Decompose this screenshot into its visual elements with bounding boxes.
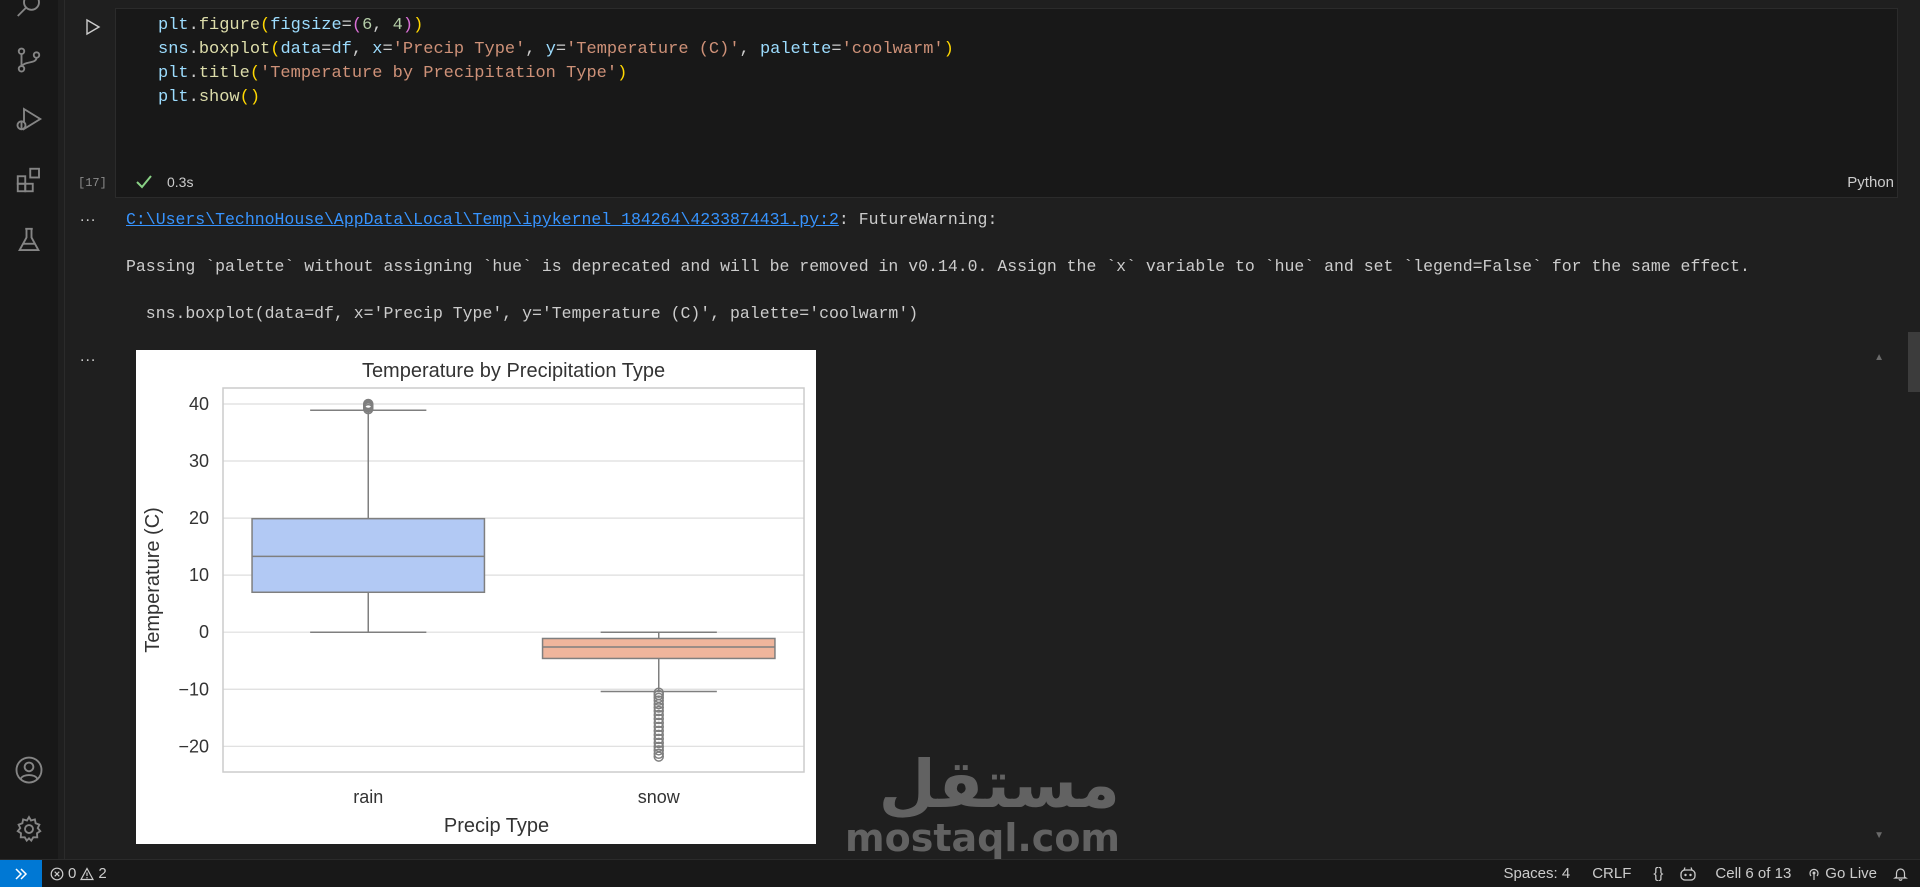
- problems-indicator[interactable]: 0 2: [42, 865, 115, 882]
- run-cell-button[interactable]: [82, 16, 104, 38]
- y-tick-label: 10: [189, 565, 209, 585]
- y-tick-label: 20: [189, 508, 209, 528]
- extensions-icon[interactable]: [9, 160, 49, 200]
- editor-gutter-separator: [64, 0, 65, 860]
- box-snow: [541, 637, 776, 660]
- plot-image: −20 −10 0 10 20 30 40 rain snow Temperature by Pr…: [136, 350, 816, 844]
- check-icon: [136, 175, 152, 189]
- indentation-indicator[interactable]: Spaces: 4: [1495, 865, 1578, 882]
- account-icon[interactable]: [9, 750, 49, 790]
- x-tick-label: rain: [353, 787, 383, 807]
- warning-header: C:\Users\TechnoHouse\AppData\Local\Temp\…: [126, 210, 997, 229]
- y-axis-label: Temperature (C): [142, 507, 164, 653]
- warning-code: sns.boxplot(data=df, x='Precip Type', y=…: [126, 304, 919, 323]
- warning-label: : FutureWarning:: [838, 210, 998, 229]
- warning-count: 2: [98, 865, 107, 882]
- activity-bar: [0, 0, 58, 860]
- play-icon: [86, 18, 101, 36]
- scroll-down-arrow[interactable]: ▼: [1874, 830, 1884, 841]
- y-tick-label: 30: [189, 451, 209, 471]
- code-line-3: plt.title('Temperature by Precipitation …: [158, 64, 628, 83]
- watermark: مستقل mostaql.com: [845, 746, 1121, 861]
- search-icon[interactable]: [9, 0, 49, 26]
- code-line-1: plt.figure(figsize=(6, 4)): [158, 16, 424, 35]
- watermark-latin: mostaql.com: [845, 816, 1121, 860]
- go-live-button[interactable]: Go Live: [1799, 865, 1885, 882]
- warning-icon: [80, 866, 95, 880]
- y-tick-label: −10: [178, 679, 209, 699]
- run-debug-icon[interactable]: [9, 99, 49, 139]
- copilot-icon[interactable]: [1671, 866, 1705, 882]
- boxplot-chart: −20 −10 0 10 20 30 40 rain snow Temperature by Pr…: [142, 360, 805, 837]
- x-tick-label: snow: [638, 787, 681, 807]
- kernel-language[interactable]: Python: [1847, 174, 1894, 191]
- scroll-up-arrow[interactable]: ▲: [1874, 352, 1884, 363]
- testing-icon[interactable]: [9, 220, 49, 260]
- notifications-bell-icon[interactable]: [1885, 866, 1916, 881]
- execution-count: [17]: [78, 176, 107, 190]
- box-rain: [251, 517, 486, 594]
- settings-gear-icon[interactable]: [9, 809, 49, 849]
- remote-indicator[interactable]: [0, 860, 42, 887]
- y-tick-label: 40: [189, 394, 209, 414]
- chart-title: Temperature by Precipitation Type: [362, 360, 665, 382]
- status-bar: 0 2 Spaces: 4 CRLF {} Cell 6 of 13 Go Li…: [0, 859, 1920, 887]
- warning-path-link[interactable]: C:\Users\TechnoHouse\AppData\Local\Temp\…: [126, 210, 839, 229]
- plot-output-menu-dots[interactable]: ...: [80, 348, 96, 366]
- output-menu-dots[interactable]: ...: [80, 208, 96, 226]
- warning-message: Passing `palette` without assigning `hue…: [126, 257, 1750, 276]
- x-axis-label: Precip Type: [444, 815, 549, 837]
- broadcast-icon: [1809, 868, 1819, 880]
- execution-time: 0.3s: [167, 174, 194, 190]
- go-live-label: Go Live: [1825, 865, 1877, 882]
- watermark-arabic: مستقل: [878, 746, 1121, 823]
- cell-position[interactable]: Cell 6 of 13: [1707, 865, 1799, 882]
- y-tick-label: −20: [178, 736, 209, 756]
- error-count: 0: [68, 865, 77, 882]
- code-block[interactable]: plt.figure(figsize=(6, 4)) sns.boxplot(d…: [158, 14, 954, 110]
- error-icon: [50, 867, 64, 880]
- code-line-4: plt.show(): [158, 88, 261, 107]
- scrollbar-thumb[interactable]: [1908, 332, 1920, 392]
- eol-indicator[interactable]: CRLF: [1584, 865, 1639, 882]
- language-braces[interactable]: {}: [1645, 865, 1671, 882]
- remote-icon: [15, 867, 28, 880]
- code-line-2: sns.boxplot(data=df, x='Precip Type', y=…: [158, 40, 954, 59]
- source-control-icon[interactable]: [9, 40, 49, 80]
- y-tick-label: 0: [199, 622, 209, 642]
